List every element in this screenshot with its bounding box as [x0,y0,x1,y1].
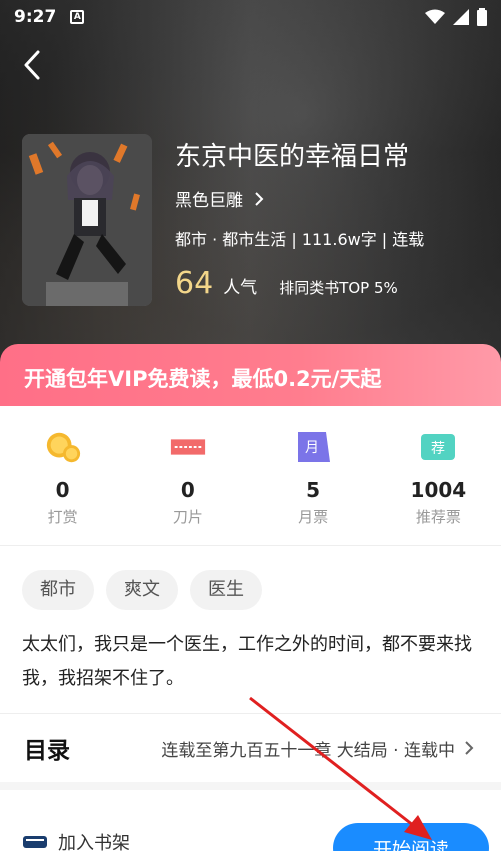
stat-value: 0 [55,478,70,502]
toc-latest-chapter: 连载至第九百五十一章 大结局 · 连载中 [161,740,455,761]
vip-banner-text: 开通包年VIP免费读，最低0.2元/天起 [24,367,382,391]
blade-icon [169,428,207,466]
wifi-icon [425,9,445,24]
back-arrow-icon[interactable] [18,48,48,82]
stat-blade[interactable]: 0 刀片 [125,406,250,545]
signal-icon [453,9,469,25]
tag-chip[interactable]: 医生 [190,570,262,610]
tag-list: 都市 爽文 医生 [0,546,501,610]
toc-title: 目录 [24,738,70,764]
coin-icon [44,428,82,466]
book-cover[interactable] [22,134,152,306]
add-to-shelf-label: 加入书架 [58,833,130,851]
tag-chip[interactable]: 都市 [22,570,94,610]
stat-monthly-ticket[interactable]: 月 5 月票 [251,406,376,545]
stats-row: 0 打赏 0 刀片 月 5 月票 荐 1004 推荐票 [0,406,501,546]
table-of-contents-row[interactable]: 目录 连载至第九百五十一章 大结局 · 连载中 [0,714,501,790]
book-meta: 都市 · 都市生活 | 111.6w字 | 连载 [175,230,425,249]
add-to-shelf-button[interactable]: 加入书架 [22,829,130,851]
chevron-right-icon [465,741,474,755]
stat-label: 打赏 [47,508,78,526]
recommend-ticket-icon: 荐 [419,428,457,466]
stat-label: 推荐票 [415,508,461,526]
tag-chip[interactable]: 爽文 [106,570,178,610]
notification-icon: A [70,10,85,24]
stat-value: 1004 [410,478,467,502]
stat-value: 5 [306,478,321,502]
battery-icon [477,8,487,26]
stat-recommend-ticket[interactable]: 荐 1004 推荐票 [376,406,501,545]
chevron-right-icon [255,191,264,206]
bookshelf-icon [23,836,47,848]
bottom-action-bar: 加入书架 开始阅读 [0,809,501,851]
popularity-row: 64 人气 排同类书TOP 5% [175,266,398,301]
status-bar: 9:27 A [0,0,501,34]
status-time: 9:27 [14,7,57,27]
stat-reward[interactable]: 0 打赏 [0,406,125,545]
start-reading-label: 开始阅读 [372,838,449,851]
start-reading-button[interactable]: 开始阅读 [333,823,489,851]
vip-banner[interactable]: 开通包年VIP免费读，最低0.2元/天起 [0,344,501,412]
cover-illustration [22,134,152,306]
book-title: 东京中医的幸福日常 [175,142,410,172]
popularity-label: 人气 [223,278,258,298]
author-name: 黑色巨雕 [175,191,243,211]
book-description: 太太们，我只是一个医生，工作之外的时间，都不要来找我，我招架不住了。 [0,610,501,714]
monthly-ticket-glyph: 月 [305,440,319,456]
popularity-value: 64 [175,266,214,301]
recommend-ticket-glyph: 荐 [431,441,445,457]
rank-label: 排同类书TOP 5% [279,279,398,297]
author-link[interactable]: 黑色巨雕 [175,186,265,211]
stat-value: 0 [180,478,195,502]
stat-label: 月票 [298,508,329,526]
detail-panel: 0 打赏 0 刀片 月 5 月票 荐 1004 推荐票 都市 爽文 医生 太太们… [0,406,501,851]
monthly-ticket-icon: 月 [294,428,332,466]
stat-label: 刀片 [172,508,203,526]
